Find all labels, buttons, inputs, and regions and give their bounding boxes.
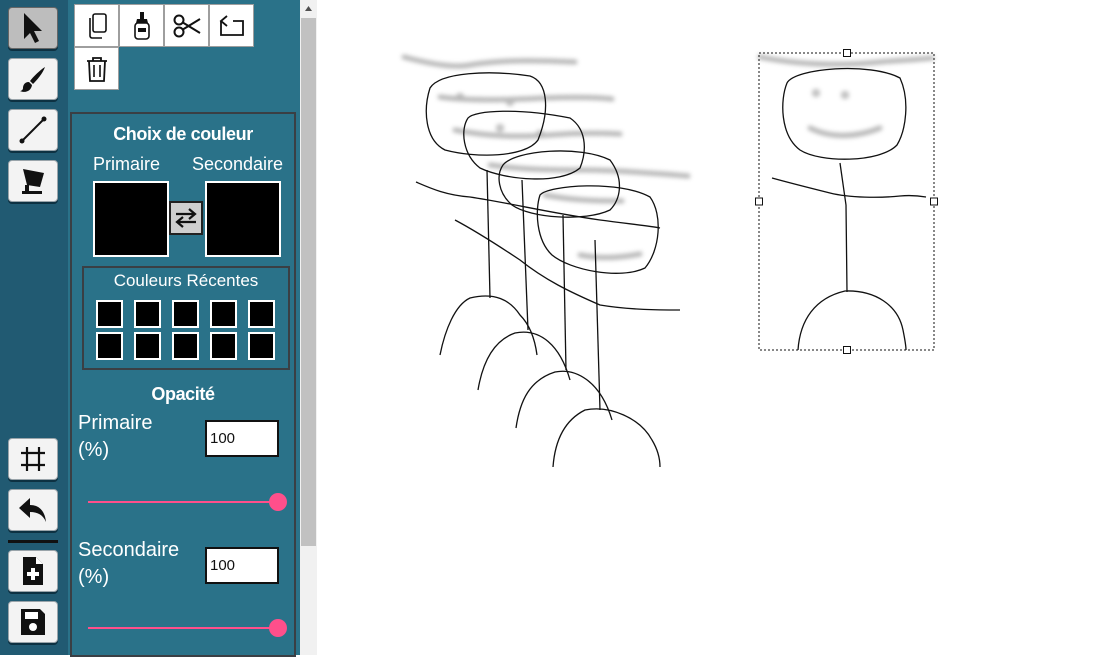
scroll-up-arrow-icon[interactable] — [300, 0, 317, 17]
undo-icon — [19, 498, 46, 522]
blurred-strokes — [401, 54, 935, 260]
copy-button[interactable] — [74, 4, 119, 47]
secondary-color-label: Secondaire — [192, 154, 284, 174]
paste-button[interactable] — [119, 4, 164, 47]
swap-colors-button[interactable] — [169, 201, 203, 235]
secondary-opacity-input[interactable] — [205, 547, 279, 584]
recent-colors: Couleurs Récentes — [82, 266, 290, 370]
rotate-icon — [219, 14, 244, 36]
primary-opacity-label: Primaire — [78, 412, 153, 434]
fill-icon — [22, 169, 44, 194]
primary-opacity-unit: (%) — [78, 439, 110, 461]
primary-color-label: Primaire — [93, 154, 161, 174]
recent-color-swatch[interactable] — [248, 300, 275, 328]
brush-icon — [20, 67, 45, 92]
cut-button[interactable] — [164, 4, 209, 47]
options-panel: Choix de couleur Primaire Secondaire Cou… — [68, 0, 300, 657]
panel-scrollbar[interactable] — [300, 0, 317, 655]
scroll-thumb[interactable] — [301, 18, 316, 546]
resize-handle-left[interactable] — [755, 197, 763, 206]
recent-color-swatch[interactable] — [172, 300, 199, 328]
color-title: Choix de couleur — [113, 124, 253, 144]
recent-colors-title: Couleurs Récentes — [113, 271, 259, 290]
secondary-opacity-label: Secondaire — [78, 539, 180, 561]
brush-tool-button[interactable] — [8, 58, 58, 100]
primary-opacity-input[interactable] — [205, 420, 279, 457]
fill-tool-button[interactable] — [8, 160, 58, 202]
primary-color-swatch[interactable] — [93, 181, 169, 257]
recent-color-swatch[interactable] — [96, 300, 123, 328]
resize-handle-bottom[interactable] — [843, 346, 851, 354]
scissors-icon — [173, 14, 201, 37]
recent-color-swatch[interactable] — [172, 332, 199, 360]
recent-color-swatch[interactable] — [134, 332, 161, 360]
tool-sidebar — [0, 0, 70, 655]
resize-handle-right[interactable] — [930, 197, 938, 206]
select-tool-button[interactable] — [8, 7, 58, 49]
crop-icon — [21, 447, 45, 471]
undo-button[interactable] — [8, 489, 58, 531]
save-icon — [21, 609, 45, 635]
recent-color-swatch[interactable] — [96, 332, 123, 360]
secondary-color-swatch[interactable] — [205, 181, 281, 257]
primary-opacity-slider[interactable] — [88, 492, 288, 512]
trash-icon — [86, 56, 107, 82]
toolbar-divider — [8, 540, 58, 543]
cursor-icon — [24, 13, 42, 43]
delete-button[interactable] — [74, 47, 119, 90]
resize-handle-top[interactable] — [843, 49, 851, 57]
new-file-icon — [23, 557, 43, 585]
line-icon — [19, 116, 47, 144]
crop-tool-button[interactable] — [8, 438, 58, 480]
line-tool-button[interactable] — [8, 109, 58, 151]
save-button[interactable] — [8, 601, 58, 643]
opacity-title: Opacité — [151, 384, 215, 404]
slider-thumb[interactable] — [269, 619, 287, 637]
recent-color-swatch[interactable] — [210, 332, 237, 360]
secondary-opacity-unit: (%) — [78, 566, 110, 588]
recent-color-swatch[interactable] — [210, 300, 237, 328]
rotate-button[interactable] — [209, 4, 254, 47]
selected-stick-figure[interactable] — [771, 67, 927, 351]
secondary-opacity-slider[interactable] — [88, 618, 288, 638]
recent-color-swatch[interactable] — [248, 332, 275, 360]
copy-icon — [88, 12, 107, 39]
glue-icon — [133, 11, 150, 40]
color-settings: Choix de couleur Primaire Secondaire Cou… — [70, 112, 296, 657]
swap-arrows-icon — [175, 208, 197, 228]
slider-thumb[interactable] — [269, 493, 287, 511]
new-file-button[interactable] — [8, 550, 58, 592]
drawing-surface[interactable] — [317, 0, 1102, 655]
recent-color-swatch[interactable] — [134, 300, 161, 328]
drawing-canvas[interactable] — [317, 0, 1102, 655]
